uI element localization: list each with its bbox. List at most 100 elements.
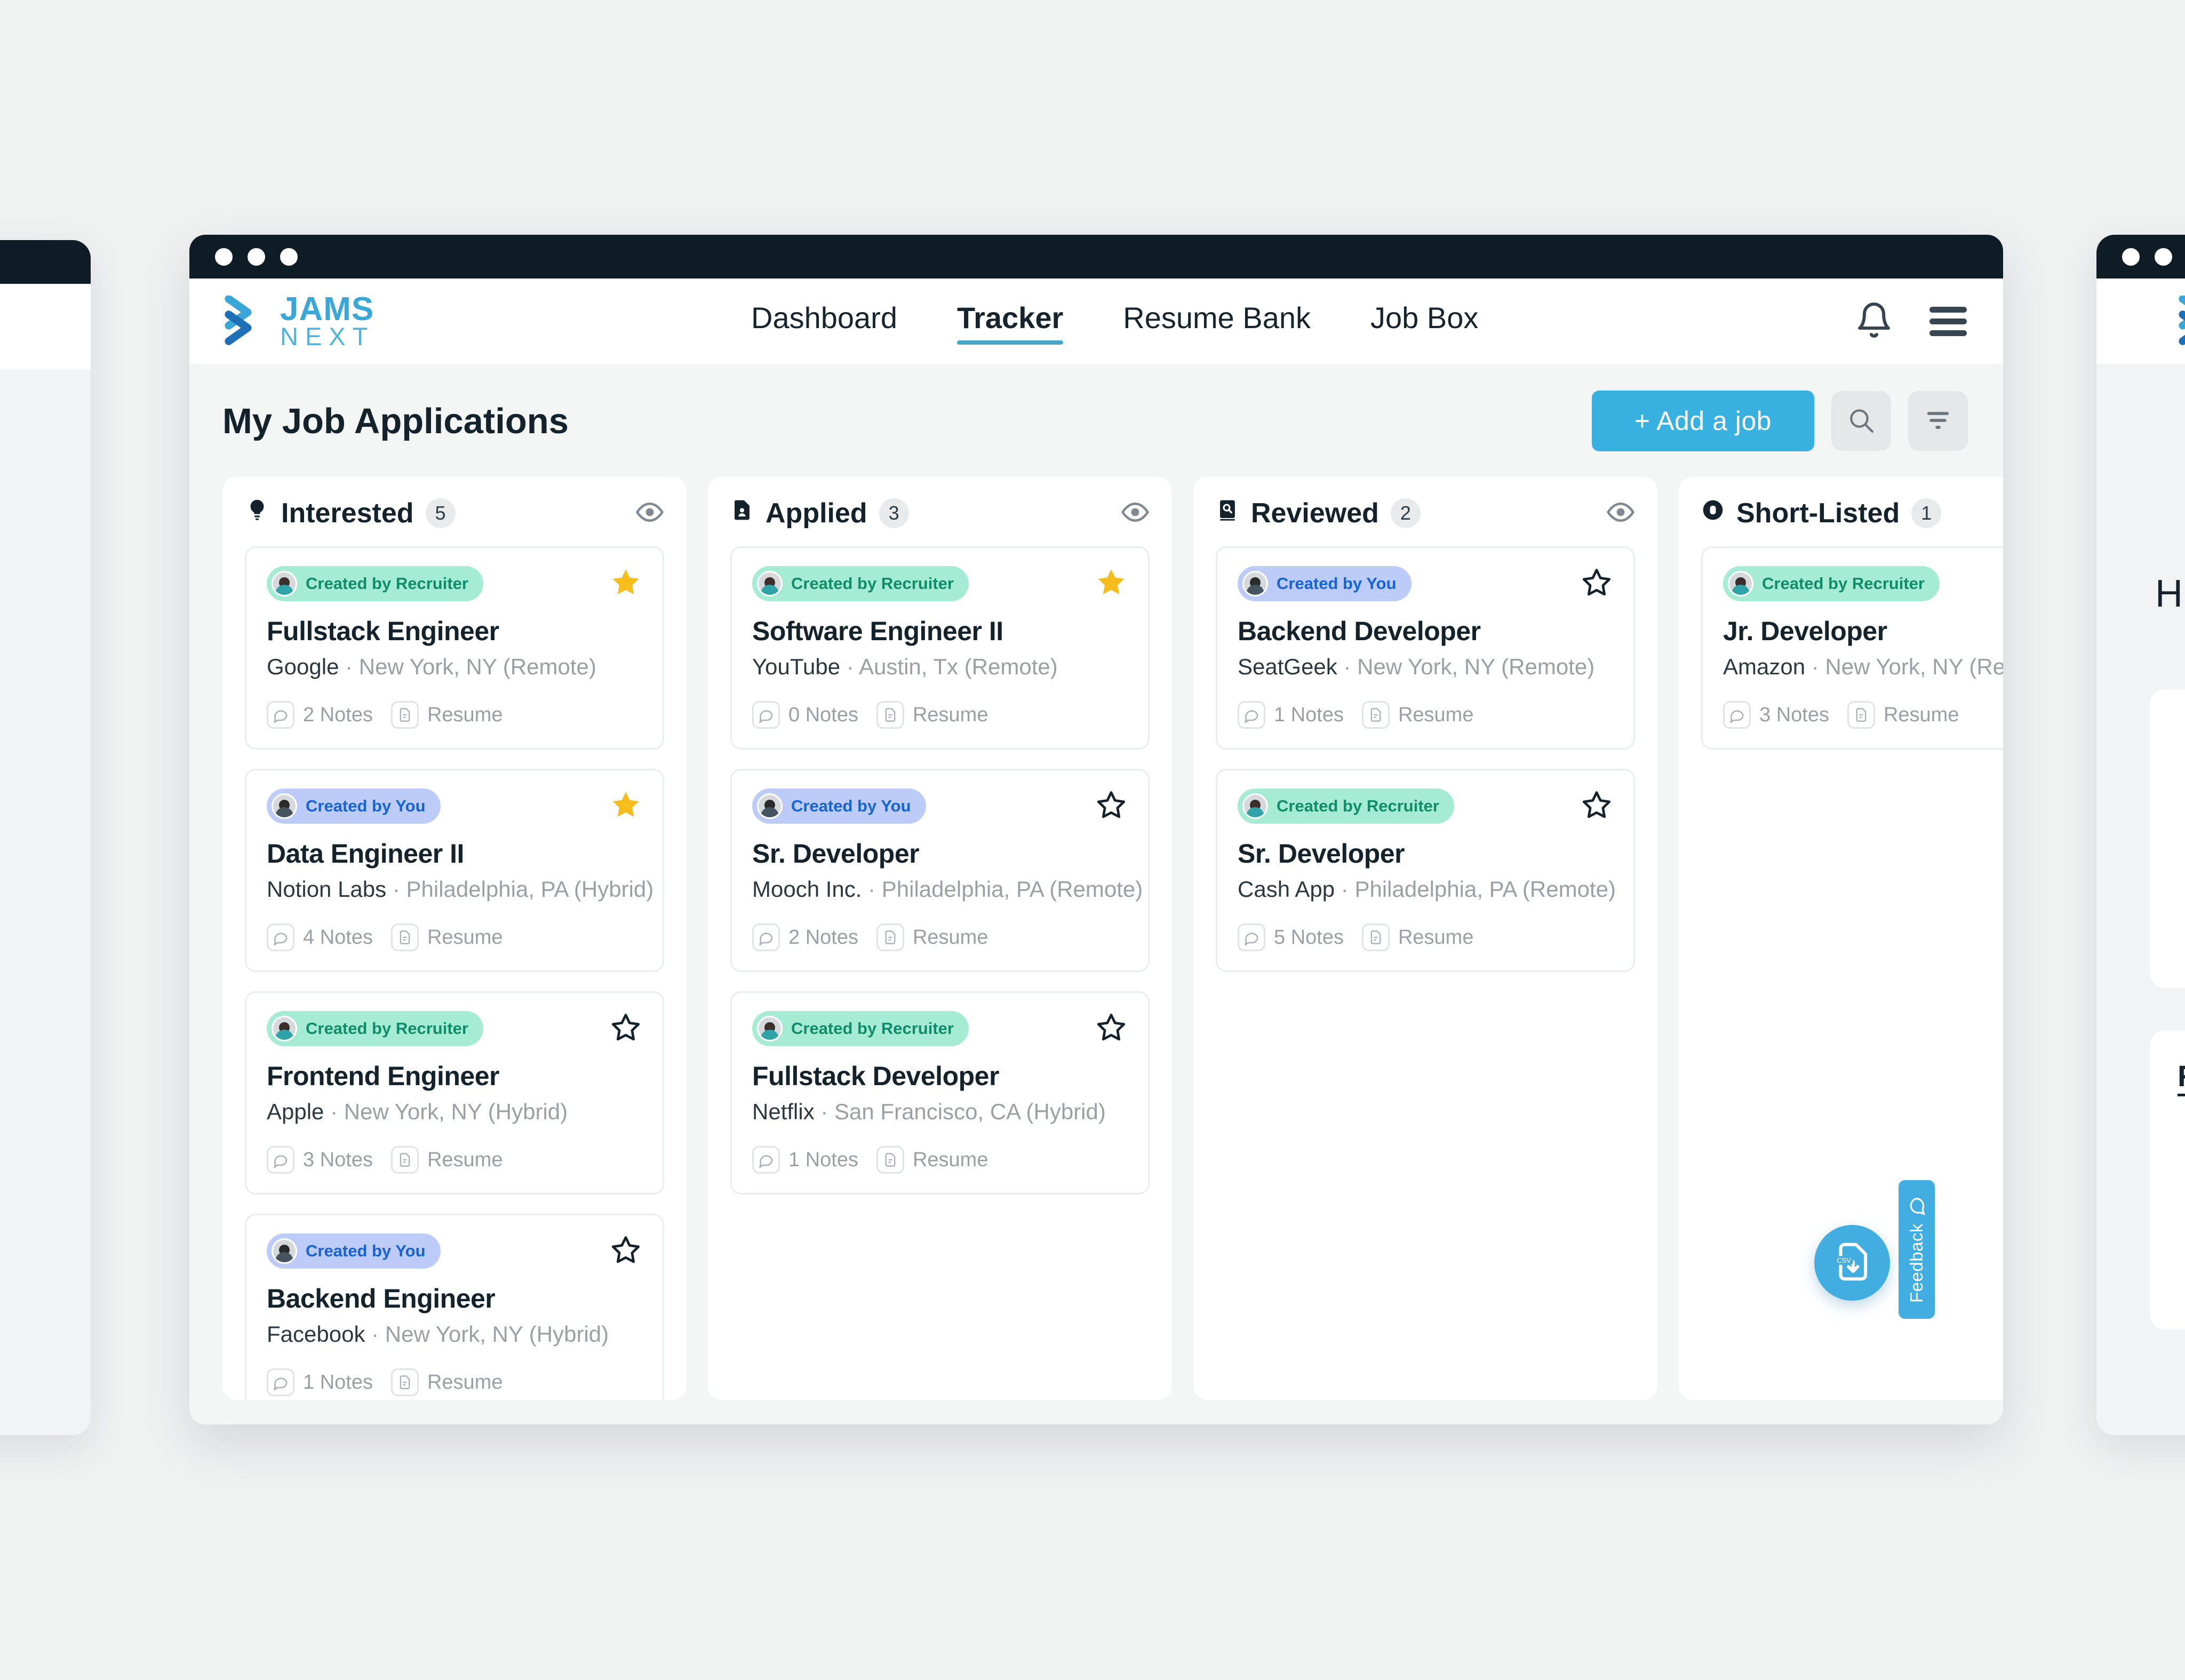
- job-company: Mooch Inc.: [752, 877, 862, 902]
- job-card[interactable]: Created by Recruiter Jr. Developer Amazon …: [1701, 546, 2003, 750]
- column-title: Short-Listed 1: [1701, 497, 1942, 529]
- eye-icon[interactable]: [1121, 498, 1150, 529]
- notes-meta[interactable]: 1 Notes: [1238, 701, 1344, 729]
- notes-meta[interactable]: 0 Notes: [752, 701, 858, 729]
- star-filled-icon[interactable]: [609, 789, 642, 824]
- notes-meta[interactable]: 3 Notes: [267, 1146, 373, 1174]
- job-company: Amazon: [1723, 654, 1806, 679]
- separator: ·: [365, 1321, 385, 1347]
- app-header: JAMS NEXT Dashboard Tracker Resume Bank …: [189, 278, 2003, 364]
- star-outline-icon[interactable]: [1095, 1011, 1128, 1047]
- job-card[interactable]: Created by You Backend Engineer Facebook ·…: [245, 1214, 664, 1400]
- notes-meta[interactable]: 1 Notes: [267, 1368, 373, 1396]
- column-header: Applied 3: [730, 497, 1150, 529]
- creator-badge-label: Created by You: [791, 797, 911, 815]
- separator: ·: [1337, 654, 1358, 679]
- separator: ·: [1335, 877, 1355, 902]
- add-job-button[interactable]: + Add a job: [1591, 391, 1814, 451]
- chevron-logo-icon: [2179, 296, 2185, 345]
- resume-meta[interactable]: Resume: [1361, 701, 1474, 729]
- job-company-location: Facebook · New York, NY (Hybrid): [267, 1321, 642, 1347]
- resume-icon: [1361, 923, 1390, 951]
- star-filled-icon[interactable]: [609, 566, 642, 602]
- notes-meta[interactable]: 1 Notes: [752, 1146, 858, 1174]
- creator-badge: Created by You: [1238, 566, 1412, 601]
- job-company-location: Apple · New York, NY (Hybrid): [267, 1099, 642, 1125]
- bg-right-card2-text: Re: [2150, 1031, 2185, 1093]
- nav-item-dashboard[interactable]: Dashboard: [751, 300, 897, 343]
- avatar: [272, 1238, 297, 1264]
- nav-item-job-box[interactable]: Job Box: [1370, 300, 1478, 343]
- avatar: [272, 571, 297, 596]
- notes-meta[interactable]: 3 Notes: [1723, 701, 1829, 729]
- bell-icon[interactable]: [1855, 301, 1893, 342]
- job-card[interactable]: Created by Recruiter Fullstack Developer N…: [730, 991, 1150, 1195]
- notes-meta[interactable]: 2 Notes: [752, 923, 858, 951]
- notes-count: 1 Notes: [788, 1148, 858, 1171]
- search-button[interactable]: [1831, 391, 1891, 451]
- job-card[interactable]: Created by You Backend Developer SeatGeek …: [1216, 546, 1635, 750]
- note-icon: [752, 701, 780, 729]
- job-location: San Francisco, CA (Hybrid): [834, 1099, 1106, 1124]
- brand-logo[interactable]: JAMS NEXT: [222, 292, 374, 349]
- resume-meta[interactable]: Resume: [390, 1368, 503, 1396]
- job-card[interactable]: Created by You Sr. Developer Mooch Inc. · …: [730, 769, 1150, 972]
- nav-item-tracker[interactable]: Tracker: [956, 300, 1064, 345]
- creator-badge-label: Created by Recruiter: [306, 1019, 468, 1038]
- job-card[interactable]: Created by Recruiter Fullstack Engineer Go…: [245, 546, 664, 750]
- star-outline-icon[interactable]: [609, 1233, 642, 1269]
- feedback-tab[interactable]: Feedback: [1899, 1180, 1935, 1319]
- star-filled-icon[interactable]: [1095, 566, 1128, 602]
- resume-meta[interactable]: Resume: [876, 1146, 988, 1174]
- header-actions: [1855, 301, 1967, 342]
- window-dot-minimize[interactable]: [248, 248, 265, 266]
- job-card-footer: 3 Notes Resume: [267, 1146, 642, 1174]
- avatar: [272, 793, 297, 819]
- job-location: New York, NY (Remote): [1357, 654, 1595, 679]
- resume-meta[interactable]: Resume: [876, 701, 988, 729]
- job-card-header: Created by Recruiter: [752, 566, 1128, 602]
- avatar: [1728, 571, 1753, 596]
- separator: ·: [386, 877, 406, 902]
- window-titlebar: [0, 240, 91, 284]
- resume-meta[interactable]: Resume: [1361, 923, 1473, 951]
- filter-button[interactable]: [1908, 391, 1968, 451]
- star-outline-icon[interactable]: [609, 1011, 642, 1047]
- star-outline-icon[interactable]: [1095, 789, 1128, 824]
- eye-icon[interactable]: [1606, 498, 1635, 529]
- window-dot-close[interactable]: [215, 248, 233, 266]
- hamburger-menu-icon[interactable]: [1929, 301, 1967, 342]
- csv-export-button[interactable]: CSV: [1814, 1225, 1890, 1301]
- job-card[interactable]: Created by Recruiter Software Engineer II…: [730, 546, 1150, 750]
- creator-badge: Created by Recruiter: [752, 566, 969, 601]
- job-company-location: SeatGeek · New York, NY (Remote): [1238, 654, 1613, 680]
- resume-meta[interactable]: Resume: [390, 923, 503, 951]
- eye-icon[interactable]: [635, 498, 664, 529]
- separator: ·: [840, 654, 859, 679]
- window-dot-maximize[interactable]: [280, 248, 298, 266]
- chevron-logo-icon: [225, 296, 252, 345]
- job-company-location: Notion Labs · Philadelphia, PA (Hybrid): [267, 877, 653, 902]
- resume-meta[interactable]: Resume: [876, 923, 988, 951]
- resume-meta[interactable]: Resume: [390, 1146, 503, 1174]
- job-card[interactable]: Created by You Data Engineer II Notion Lab…: [245, 769, 664, 972]
- job-location: Philadelphia, PA (Remote): [1354, 877, 1616, 902]
- notes-meta[interactable]: 5 Notes: [1238, 923, 1344, 951]
- resume-meta[interactable]: Resume: [1847, 701, 1959, 729]
- job-card[interactable]: Created by Recruiter Sr. Developer Cash Ap…: [1216, 769, 1635, 972]
- job-card-footer: 2 Notes Resume: [267, 701, 642, 729]
- notes-meta[interactable]: 2 Notes: [267, 701, 373, 729]
- avatar: [1242, 793, 1268, 819]
- avatar: [1242, 571, 1268, 596]
- brand-logo: JAMS NEXT: [2176, 294, 2185, 348]
- nav-item-resume-bank[interactable]: Resume Bank: [1123, 300, 1311, 343]
- resume-label: Resume: [1398, 703, 1474, 726]
- star-outline-icon[interactable]: [1580, 789, 1613, 824]
- job-location: New York, NY (Remote): [358, 654, 596, 679]
- notes-meta[interactable]: 4 Notes: [267, 923, 373, 951]
- job-company: Apple: [267, 1099, 324, 1124]
- resume-meta[interactable]: Resume: [390, 701, 503, 729]
- job-card[interactable]: Created by Recruiter Frontend Engineer App…: [245, 991, 664, 1195]
- star-outline-icon[interactable]: [1580, 566, 1613, 602]
- note-icon: [752, 923, 780, 951]
